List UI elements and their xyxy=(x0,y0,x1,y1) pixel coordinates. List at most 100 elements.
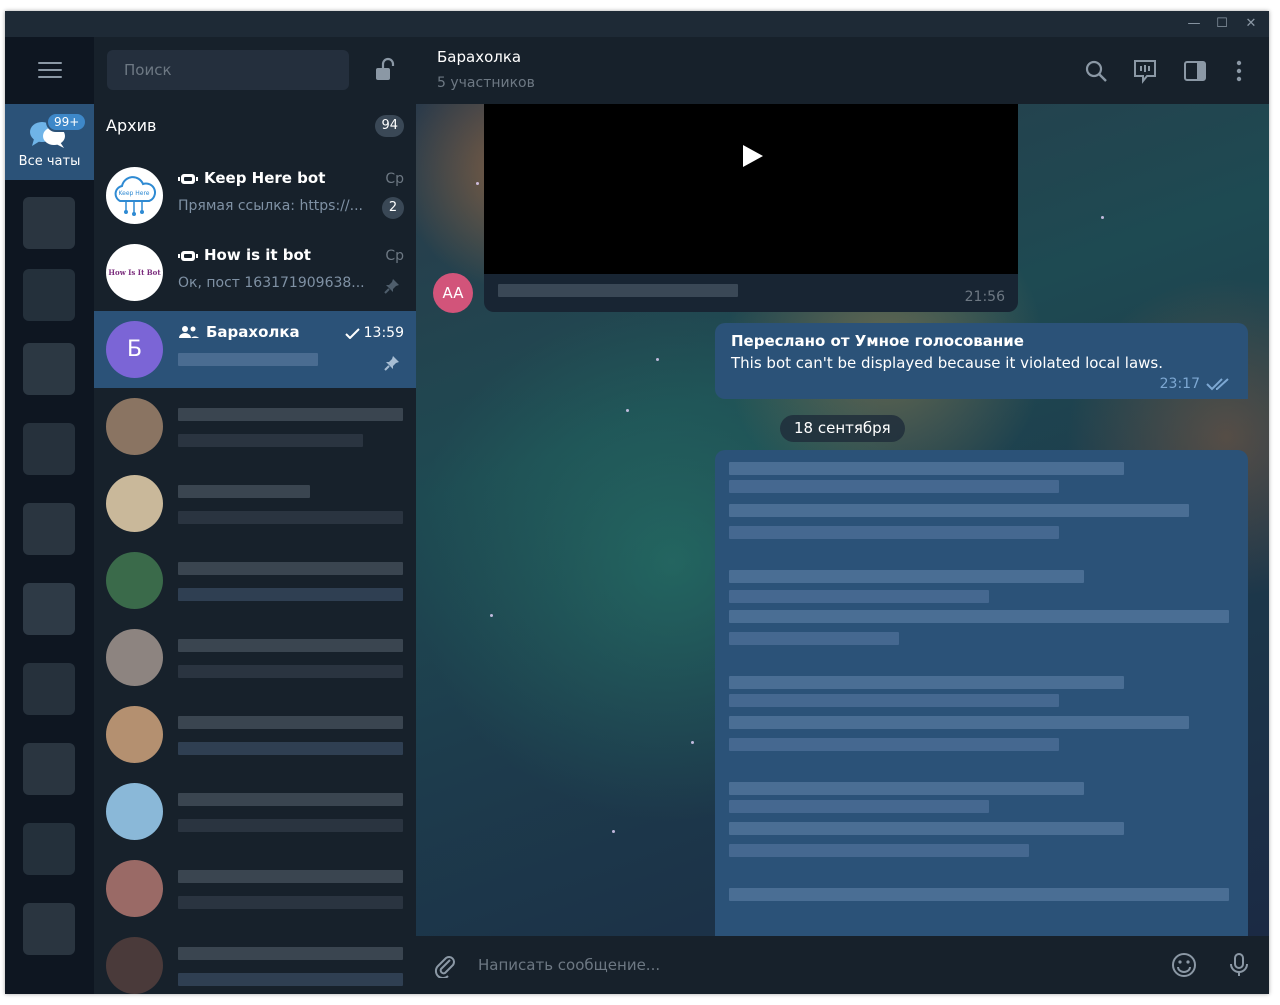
background-star xyxy=(626,409,629,412)
folder-item[interactable] xyxy=(23,269,75,321)
blurred-title xyxy=(178,716,403,729)
folder-item[interactable] xyxy=(23,743,75,795)
bot-icon xyxy=(178,251,198,261)
archive-label: Архив xyxy=(106,116,157,135)
folder-item[interactable] xyxy=(23,823,75,875)
folder-item[interactable] xyxy=(23,197,75,249)
chat-header[interactable]: Барахолка 5 участников xyxy=(416,37,1269,104)
chat-title: How is it bot xyxy=(178,246,311,264)
chat-area: Барахолка 5 участников 21:56 AA Переслан… xyxy=(416,37,1269,994)
search-icon[interactable] xyxy=(1083,58,1109,84)
message-history[interactable]: 21:56 AA Переслано от Умное голосование … xyxy=(416,104,1269,936)
chat-list-panel: Архив 94 Keep Here Keep Here bot Ср Пр xyxy=(94,37,416,994)
chat-title: Keep Here bot xyxy=(178,169,325,187)
chat-item[interactable] xyxy=(94,388,416,465)
folder-all-chats[interactable]: 99+ Все чаты xyxy=(5,104,94,180)
chat-time: Ср xyxy=(385,248,404,264)
chat-item[interactable] xyxy=(94,850,416,927)
menu-icon[interactable] xyxy=(38,62,62,80)
chat-title-text: Барахолка xyxy=(206,323,300,341)
video-thumbnail[interactable] xyxy=(484,104,1018,274)
message-composer xyxy=(416,936,1269,994)
folder-label: Все чаты xyxy=(18,154,81,169)
close-button[interactable]: ✕ xyxy=(1242,15,1260,33)
chat-title-text: Keep Here bot xyxy=(204,169,326,187)
search-box xyxy=(107,50,349,90)
chat-title-text: How is it bot xyxy=(204,246,311,264)
avatar xyxy=(106,629,163,686)
avatar xyxy=(106,398,163,455)
blurred-line xyxy=(729,782,1084,795)
folder-item[interactable] xyxy=(23,343,75,395)
avatar-logo-text: Keep Here xyxy=(119,190,150,197)
background-star xyxy=(476,182,479,185)
chat-item-barakholka[interactable]: Б Барахолка 13:59 xyxy=(94,311,416,388)
chat-item[interactable] xyxy=(94,542,416,619)
blurred-title xyxy=(178,562,403,575)
folder-item[interactable] xyxy=(23,583,75,635)
emoji-icon[interactable] xyxy=(1171,952,1197,978)
sidebar-toggle-icon[interactable] xyxy=(1182,58,1208,84)
blurred-preview xyxy=(178,742,403,755)
attach-icon[interactable] xyxy=(432,952,458,978)
blurred-preview xyxy=(178,434,363,447)
chat-item[interactable] xyxy=(94,696,416,773)
blurred-message[interactable] xyxy=(715,450,1248,936)
check-icon xyxy=(344,327,360,339)
folder-unread-badge: 99+ xyxy=(46,112,88,132)
background-star xyxy=(1101,216,1104,219)
blurred-line xyxy=(729,694,1059,707)
chat-item-keep-here-bot[interactable]: Keep Here Keep Here bot Ср Прямая ссылка… xyxy=(94,157,416,234)
pin-icon xyxy=(384,279,399,294)
header-title: Барахолка xyxy=(437,48,522,66)
blurred-title xyxy=(178,639,403,652)
folder-item[interactable] xyxy=(23,903,75,955)
title-bar: — ☐ ✕ xyxy=(5,11,1269,37)
lock-icon[interactable] xyxy=(374,57,396,83)
archive-row[interactable]: Архив 94 xyxy=(94,103,416,149)
folder-item[interactable] xyxy=(23,503,75,555)
blurred-line xyxy=(729,632,899,645)
forwarded-message[interactable]: Переслано от Умное голосование This bot … xyxy=(715,323,1248,399)
chat-item[interactable] xyxy=(94,773,416,850)
blurred-preview xyxy=(178,819,403,832)
avatar xyxy=(106,552,163,609)
folder-item[interactable] xyxy=(23,663,75,715)
video-message[interactable]: 21:56 xyxy=(484,104,1018,312)
play-icon[interactable] xyxy=(743,145,763,167)
maximize-button[interactable]: ☐ xyxy=(1213,15,1231,33)
blurred-title xyxy=(178,947,403,960)
avatar: Б xyxy=(106,321,163,378)
telegram-window: — ☐ ✕ 99+ Все чаты Поиск Архив 94 Keep H… xyxy=(5,11,1269,994)
search-input[interactable] xyxy=(107,50,349,90)
blurred-line xyxy=(729,822,1124,835)
forwarded-from[interactable]: Переслано от Умное голосование xyxy=(731,332,1024,350)
blurred-line xyxy=(729,462,1124,475)
blurred-line xyxy=(729,738,1059,751)
microphone-icon[interactable] xyxy=(1226,952,1252,978)
sender-avatar[interactable]: AA xyxy=(433,273,473,313)
minimize-button[interactable]: — xyxy=(1185,15,1203,33)
avatar xyxy=(106,706,163,763)
folder-item[interactable] xyxy=(23,423,75,475)
message-input[interactable] xyxy=(478,950,1158,980)
chat-item[interactable] xyxy=(94,619,416,696)
blurred-line xyxy=(729,844,1029,857)
chat-title: Барахолка xyxy=(178,323,300,341)
blurred-line xyxy=(729,888,1229,901)
avatar xyxy=(106,783,163,840)
avatar-logo: How Is It Bot xyxy=(108,268,161,277)
background-star xyxy=(490,614,493,617)
chat-item-how-is-it-bot[interactable]: How Is It Bot How is it bot Ср Ок, пост … xyxy=(94,234,416,311)
avatar: Keep Here xyxy=(106,167,163,224)
folder-sidebar: 99+ Все чаты xyxy=(5,37,94,994)
avatar xyxy=(106,937,163,994)
more-icon[interactable] xyxy=(1226,58,1252,84)
voice-chat-icon[interactable] xyxy=(1132,58,1158,84)
header-subtitle: 5 участников xyxy=(437,75,535,91)
chat-item[interactable] xyxy=(94,465,416,542)
chat-item[interactable] xyxy=(94,927,416,994)
message-text: This bot can't be displayed because it v… xyxy=(731,354,1164,372)
date-separator: 18 сентября xyxy=(780,415,905,442)
blurred-line xyxy=(729,716,1189,729)
